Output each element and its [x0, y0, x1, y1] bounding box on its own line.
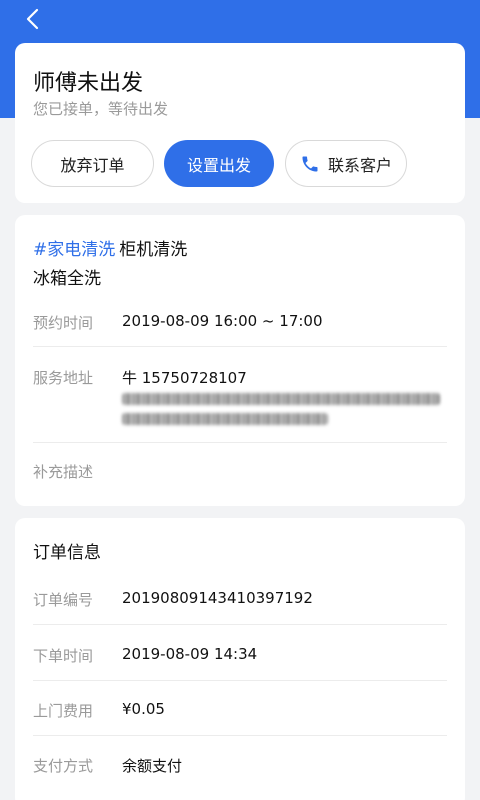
contact-customer-label: 联系客户 — [327, 155, 392, 175]
divider — [33, 346, 447, 347]
set-departure-button[interactable]: 设置出发 — [164, 140, 274, 187]
service-category-tag[interactable]: #家电清洗 — [33, 240, 115, 260]
visit-fee-label: 上门费用 — [33, 702, 94, 720]
order-time-label: 下单时间 — [33, 647, 94, 665]
order-number-value: 20190809143410397192 — [122, 589, 313, 607]
abandon-order-label: 放弃订单 — [60, 155, 125, 175]
divider — [33, 735, 447, 736]
payment-method-label: 支付方式 — [33, 757, 94, 775]
order-time-value: 2019-08-09 14:34 — [122, 645, 258, 663]
divider — [33, 680, 447, 681]
service-name: 柜机清洗 — [119, 240, 188, 260]
back-button[interactable] — [14, 6, 50, 32]
payment-method-value: 余额支付 — [122, 757, 183, 775]
status-subtitle: 您已接单，等待出发 — [33, 100, 169, 118]
set-departure-label: 设置出发 — [186, 155, 251, 175]
status-title: 师傅未出发 — [33, 71, 144, 96]
service-subitem: 冰箱全洗 — [33, 269, 101, 289]
appointment-time-value: 2019-08-09 16:00 ~ 17:00 — [122, 312, 323, 330]
notes-label: 补充描述 — [33, 463, 94, 481]
blurred-address-line-1 — [122, 393, 440, 405]
visit-fee-value: ¥0.05 — [122, 700, 165, 718]
blurred-address-line-2 — [122, 413, 328, 425]
abandon-order-button[interactable]: 放弃订单 — [31, 140, 154, 187]
service-title: #家电清洗 柜机清洗 — [33, 235, 187, 260]
contact-customer-button[interactable]: 联系客户 — [285, 140, 407, 187]
order-number-label: 订单编号 — [33, 591, 94, 609]
order-info-title: 订单信息 — [33, 543, 101, 563]
chevron-left-icon — [26, 8, 39, 30]
address-contact[interactable]: 牛 15750728107 — [122, 367, 247, 388]
divider — [33, 624, 447, 625]
phone-icon — [300, 154, 320, 174]
appointment-time-label: 预约时间 — [33, 314, 94, 332]
service-address-label: 服务地址 — [33, 369, 94, 387]
divider — [33, 442, 447, 443]
order-info-card: 订单信息 订单编号 20190809143410397192 下单时间 2019… — [15, 518, 465, 800]
service-card: #家电清洗 柜机清洗 冰箱全洗 预约时间 2019-08-09 16:00 ~ 1… — [15, 215, 465, 506]
